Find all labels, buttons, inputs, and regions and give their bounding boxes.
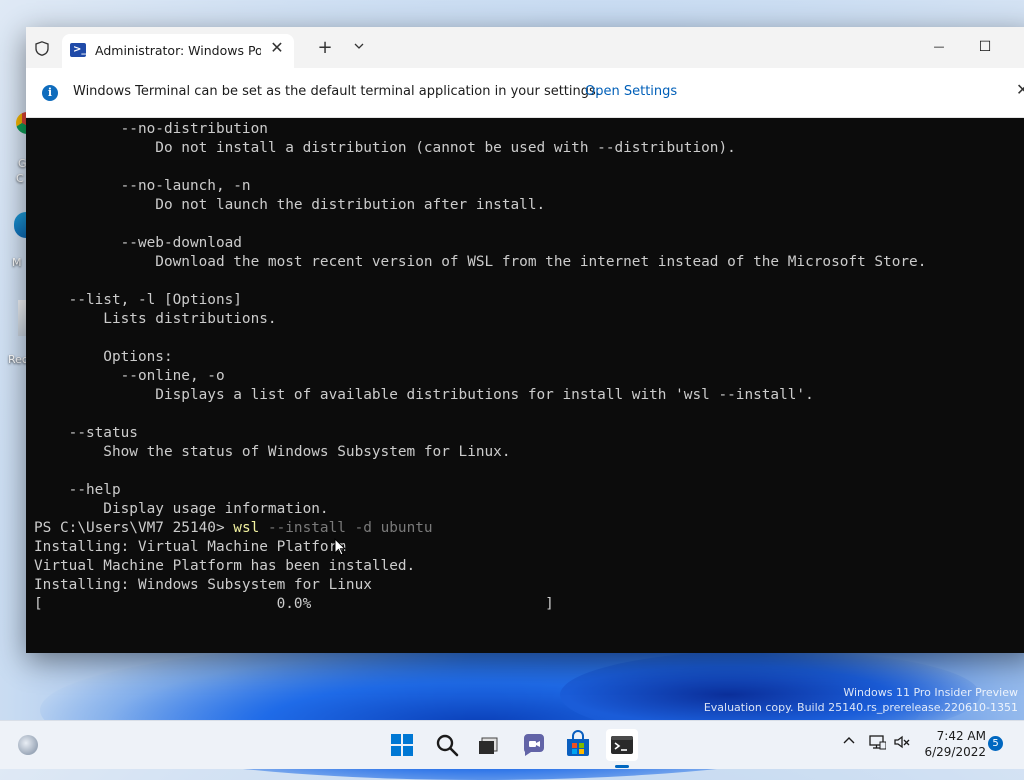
widgets-icon[interactable]	[18, 735, 38, 755]
open-settings-link[interactable]: Open Settings	[585, 84, 677, 99]
tab-title: Administrator: Windows PowerShell	[95, 43, 261, 58]
console-line: --no-distribution	[34, 121, 268, 137]
search-button[interactable]	[431, 729, 463, 761]
default-terminal-infobar: i Windows Terminal can be set as the def…	[26, 68, 1024, 118]
chat-icon	[523, 734, 544, 756]
desktop-icon-label: Rec	[8, 353, 28, 366]
desktop-icon-label: M	[12, 256, 22, 269]
store-icon	[567, 730, 589, 756]
console-command-args: --install -d ubuntu	[259, 520, 433, 536]
new-tab-button[interactable]: +	[314, 37, 336, 59]
infobar-message: Windows Terminal can be set as the defau…	[73, 84, 600, 99]
watermark-edition: Windows 11 Pro Insider Preview	[843, 686, 1018, 699]
clock-date: 6/29/2022	[924, 745, 986, 759]
chevron-down-icon[interactable]	[352, 39, 366, 53]
store-button[interactable]	[562, 729, 594, 761]
volume-muted-icon[interactable]	[893, 733, 911, 751]
console-prompt-line: PS C:\Users\VM7 25140> wsl --install -d …	[34, 519, 1024, 538]
console-line: --help	[34, 482, 121, 498]
console-line: Show the status of Windows Subsystem for…	[34, 444, 511, 460]
console-prompt: PS C:\Users\VM7 25140>	[34, 520, 234, 536]
watermark-build: Evaluation copy. Build 25140.rs_prerelea…	[703, 701, 1018, 714]
info-icon: i	[42, 85, 58, 101]
shield-icon	[35, 41, 49, 56]
console-output[interactable]: --no-distribution Do not install a distr…	[34, 120, 1024, 653]
taskbar: 7:42 AM 6/29/2022 5	[0, 720, 1024, 769]
progress-bar-line: [ 0.0% ]	[34, 596, 554, 612]
infobar-close-button[interactable]: ✕	[1016, 80, 1024, 99]
title-bar[interactable]: >_ Administrator: Windows PowerShell ✕ +…	[26, 27, 1024, 68]
console-line: --no-launch, -n	[34, 178, 251, 194]
search-icon	[436, 734, 459, 757]
console-output-line: Virtual Machine Platform has been instal…	[34, 558, 416, 574]
console-line: --status	[34, 425, 138, 441]
console-line: Displays a list of available distributio…	[34, 387, 814, 403]
console-line: Options:	[34, 349, 173, 365]
console-line: Do not launch the distribution after ins…	[34, 197, 546, 213]
task-view-button[interactable]	[472, 729, 504, 761]
terminal-icon	[611, 736, 633, 754]
clock-time: 7:42 AM	[936, 729, 986, 743]
notification-badge[interactable]: 5	[988, 736, 1003, 751]
chat-button[interactable]	[518, 729, 550, 761]
console-output-line: Installing: Virtual Machine Platform	[34, 539, 346, 555]
maximize-button[interactable]: ☐	[973, 39, 997, 55]
console-line: --web-download	[34, 235, 242, 251]
desktop-icon-edge[interactable]	[14, 212, 26, 238]
tab-powershell[interactable]: >_ Administrator: Windows PowerShell ✕	[62, 34, 294, 68]
start-icon	[391, 734, 413, 756]
start-button[interactable]	[386, 729, 418, 761]
chevron-up-icon[interactable]	[841, 733, 857, 749]
desktop-icon-recycle-bin[interactable]	[18, 300, 26, 336]
network-icon[interactable]	[868, 733, 886, 751]
console-command: wsl	[233, 520, 260, 536]
terminal-window: >_ Administrator: Windows PowerShell ✕ +…	[26, 27, 1024, 653]
console-line: Lists distributions.	[34, 311, 277, 327]
task-view-icon	[479, 737, 498, 754]
console-line: Download the most recent version of WSL …	[34, 254, 927, 270]
desktop-icon-label: C	[16, 172, 24, 185]
console-line: Display usage information.	[34, 501, 329, 517]
powershell-icon: >_	[70, 43, 86, 57]
console-line: --online, -o	[34, 368, 225, 384]
mouse-pointer-icon	[334, 538, 346, 556]
terminal-taskbar-button[interactable]	[606, 729, 638, 761]
close-tab-button[interactable]: ✕	[268, 38, 286, 57]
console-output-line: Installing: Windows Subsystem for Linux	[34, 577, 372, 593]
minimize-button[interactable]: —	[927, 40, 951, 53]
console-line: Do not install a distribution (cannot be…	[34, 140, 736, 156]
console-line: --list, -l [Options]	[34, 292, 242, 308]
taskbar-clock[interactable]: 7:42 AM 6/29/2022	[916, 728, 986, 760]
